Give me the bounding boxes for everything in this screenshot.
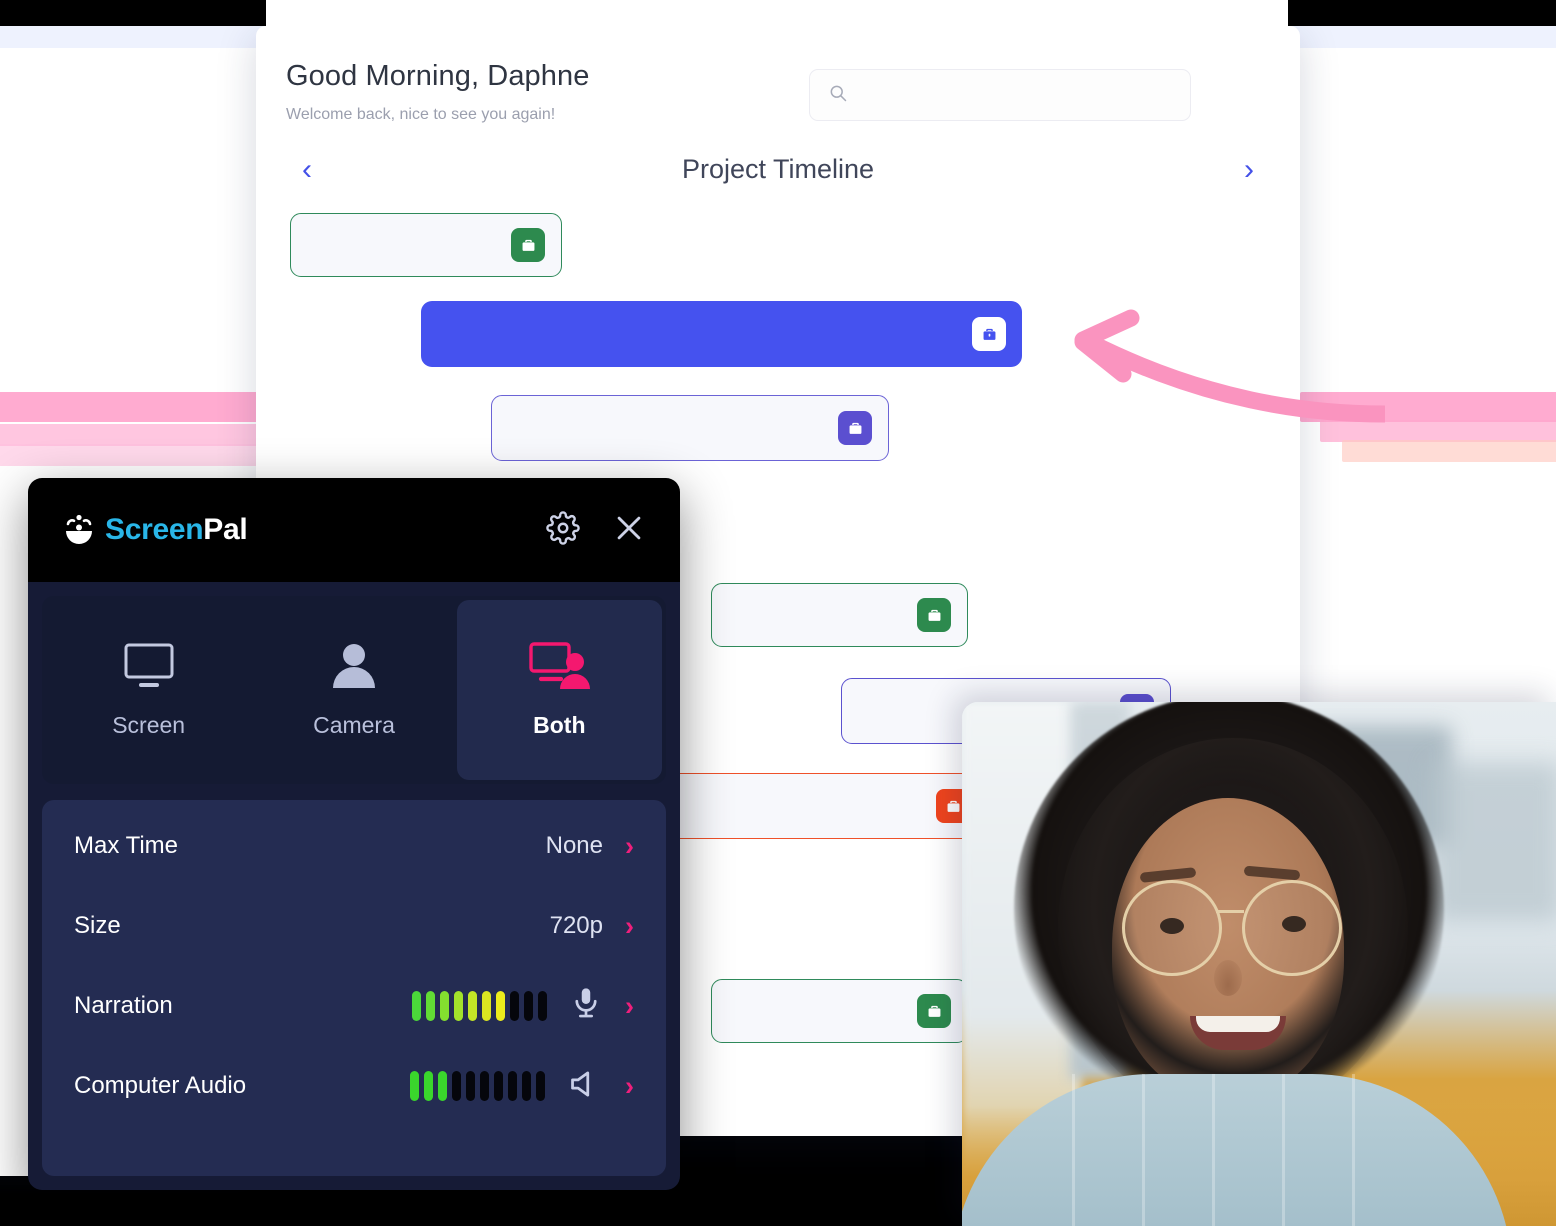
briefcase-icon xyxy=(983,328,995,340)
close-icon xyxy=(617,516,641,539)
meter-segment xyxy=(538,991,547,1021)
meter-segment xyxy=(522,1071,531,1101)
monitor-person-icon xyxy=(529,642,591,689)
meter-segment xyxy=(424,1071,433,1101)
setting-value: 720p xyxy=(549,912,603,939)
dashboard-frame-top xyxy=(266,0,1288,26)
briefcase-icon xyxy=(522,239,534,251)
recorder-titlebar: ScreenPal xyxy=(28,478,680,582)
chevron-right-icon[interactable]: › xyxy=(625,992,634,1020)
camera-preview xyxy=(962,702,1556,1226)
meter-segment xyxy=(536,1071,545,1101)
bar-badge xyxy=(972,317,1006,351)
settings-gear-button[interactable] xyxy=(546,510,580,550)
briefcase-icon xyxy=(928,609,940,621)
setting-label: Max Time xyxy=(74,832,179,859)
speaker-icon[interactable] xyxy=(567,1068,603,1105)
meter-segment xyxy=(454,991,463,1021)
meter-segment xyxy=(468,991,477,1021)
person-icon xyxy=(332,644,375,688)
bar-badge xyxy=(917,994,951,1028)
logo-text-screen: Screen xyxy=(105,513,204,546)
search-input[interactable] xyxy=(860,85,1172,105)
search-icon xyxy=(828,83,848,108)
mode-tab-label: Both xyxy=(533,712,586,738)
person-icon xyxy=(325,641,383,696)
meter-segment xyxy=(440,991,449,1021)
gantt-bar[interactable] xyxy=(491,395,889,461)
setting-row-narration[interactable]: Narration › xyxy=(74,966,634,1046)
meter-segment xyxy=(524,991,533,1021)
speaker-icon xyxy=(571,1071,590,1096)
mode-tab-screen[interactable]: Screen xyxy=(46,600,251,780)
screenshot-stage: Good Morning, Daphne Welcome back, nice … xyxy=(0,0,1556,1226)
gantt-bar[interactable] xyxy=(711,979,968,1043)
setting-label: Narration xyxy=(74,992,173,1019)
decor-stripe-left-1 xyxy=(0,392,258,422)
chevron-right-icon[interactable]: › xyxy=(625,912,634,940)
chevron-right-icon[interactable]: › xyxy=(625,832,634,860)
timeline-next-button[interactable]: › xyxy=(1244,154,1254,185)
meter-segment xyxy=(510,991,519,1021)
briefcase-icon xyxy=(928,1005,940,1017)
setting-row-computer-audio[interactable]: Computer Audio › xyxy=(74,1046,634,1126)
gantt-bar[interactable] xyxy=(711,583,968,647)
meter-segment xyxy=(426,991,435,1021)
setting-row-size[interactable]: Size 720p › xyxy=(74,886,634,966)
decor-stripe-left-2 xyxy=(0,424,258,446)
level-meter xyxy=(412,991,547,1021)
briefcase-icon xyxy=(849,422,861,434)
curved-arrow-left-icon xyxy=(1074,309,1385,423)
meter-segment xyxy=(494,1071,503,1101)
timeline-prev-button[interactable]: ‹ xyxy=(302,154,312,185)
gantt-bar[interactable] xyxy=(290,213,562,277)
search-box[interactable] xyxy=(809,69,1191,121)
screenpal-logo: ScreenPal xyxy=(62,513,248,547)
close-button[interactable] xyxy=(612,511,646,550)
meter-segment xyxy=(508,1071,517,1101)
dashboard-header: Good Morning, Daphne Welcome back, nice … xyxy=(256,26,1300,124)
capture-mode-tabs: Screen Camera Both xyxy=(42,596,666,784)
screenpal-logo-icon xyxy=(66,514,92,544)
meter-segment xyxy=(452,1071,461,1101)
mode-tab-label: Screen xyxy=(112,712,186,738)
briefcase-icon xyxy=(947,800,959,812)
meter-segment xyxy=(480,1071,489,1101)
screenpal-recorder-panel: ScreenPal Screen Camera Both Max Time No… xyxy=(28,478,680,1190)
setting-value: None xyxy=(545,832,603,859)
monitor-icon xyxy=(120,641,178,696)
recorder-body: Screen Camera Both Max Time None › Size 720p › N… xyxy=(28,582,680,1190)
timeline-title: Project Timeline xyxy=(681,154,875,184)
meter-segment xyxy=(482,991,491,1021)
decor-stripe-left-3 xyxy=(0,444,258,466)
gear-icon xyxy=(546,510,580,545)
bar-badge xyxy=(511,228,545,262)
monitor-person-icon xyxy=(527,641,591,696)
meter-segment xyxy=(412,991,421,1021)
monitor-icon xyxy=(124,643,174,687)
meter-segment xyxy=(438,1071,447,1101)
logo-text-pal: Pal xyxy=(203,513,248,546)
microphone-icon[interactable] xyxy=(569,985,603,1028)
bar-badge xyxy=(838,411,872,445)
timeline-nav: ‹ Project Timeline › xyxy=(256,154,1300,185)
mode-tab-both[interactable]: Both xyxy=(456,600,662,780)
mode-tab-camera[interactable]: Camera xyxy=(251,600,456,780)
gantt-bar[interactable] xyxy=(421,301,1022,367)
meter-segment xyxy=(410,1071,419,1101)
level-meter xyxy=(410,1071,545,1101)
recorder-settings-list: Max Time None › Size 720p › Narration › Computer… xyxy=(42,800,666,1176)
setting-row-max-time[interactable]: Max Time None › xyxy=(74,806,634,886)
mode-tab-label: Camera xyxy=(313,712,395,738)
chevron-right-icon[interactable]: › xyxy=(625,1072,634,1100)
setting-label: Size xyxy=(74,912,121,939)
bar-badge xyxy=(917,598,951,632)
meter-segment xyxy=(466,1071,475,1101)
setting-label: Computer Audio xyxy=(74,1072,247,1099)
meter-segment xyxy=(496,991,505,1021)
microphone-icon xyxy=(575,987,597,1017)
